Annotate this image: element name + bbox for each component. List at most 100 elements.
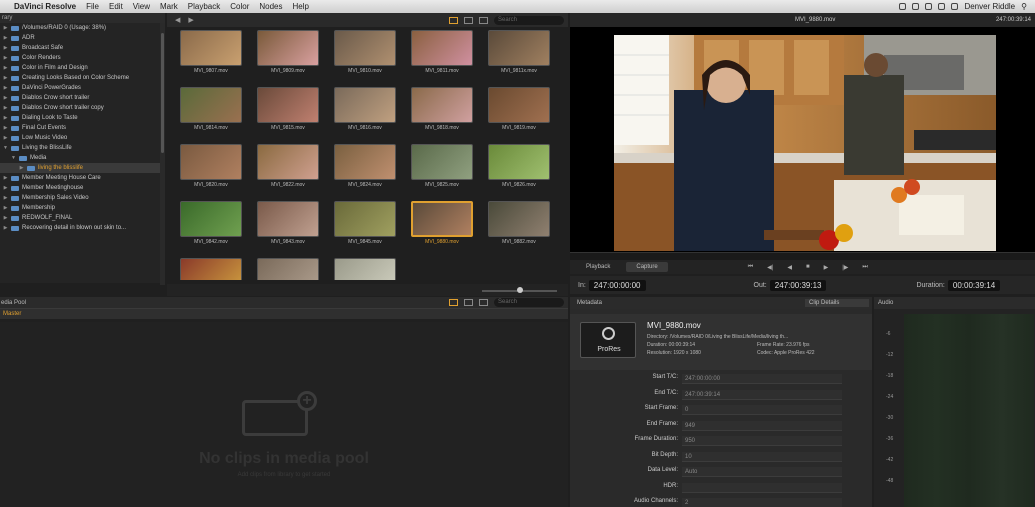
library-folder[interactable]: ▶ Color in Film and Design [0,63,160,73]
disclosure-closed-icon[interactable]: ▶ [3,213,8,223]
search-input[interactable]: Search [494,15,564,25]
disclosure-closed-icon[interactable]: ▶ [3,83,8,93]
volume-icon[interactable] [925,3,933,10]
spotlight-icon[interactable]: ⚲ [1021,2,1027,11]
metadata-value[interactable]: Auto [682,467,842,477]
clip-thumbnail[interactable] [334,258,396,280]
disclosure-open-icon[interactable]: ▼ [3,143,8,153]
out-timecode[interactable]: 247:00:39:13 [769,279,827,291]
disclosure-closed-icon[interactable]: ▶ [3,33,8,43]
metadata-value[interactable]: 949 [682,420,842,431]
go-to-start-icon[interactable]: ⏮ [748,264,753,271]
viewer-video[interactable] [570,27,1035,252]
library-folder[interactable]: ▶ Membership [0,203,160,213]
list-view-icon[interactable] [464,16,473,24]
metadata-value[interactable]: 247:00:39:14 [682,389,842,400]
library-folder[interactable]: ▶ /Volumes/RAID 0 (Usage: 38%) [0,23,160,33]
reverse-play-icon[interactable]: ◀ [787,264,792,271]
library-scrollbar[interactable] [160,23,165,285]
clip-thumbnail[interactable]: MVI_9880.mov [411,201,473,249]
go-to-end-icon[interactable]: ⏭ [862,264,867,271]
library-folder[interactable]: ▶ ADR [0,33,160,43]
clip-thumbnail[interactable]: MVI_9815.mov [257,87,319,135]
clip-thumbnail[interactable]: MVI_9811x.mov [488,30,550,78]
disclosure-closed-icon[interactable]: ▶ [3,183,8,193]
play-icon[interactable]: ▶ [824,264,829,271]
in-timecode[interactable]: 247:00:00:00 [588,279,646,291]
disclosure-closed-icon[interactable]: ▶ [3,113,8,123]
metadata-value[interactable]: 247:00:00:00 [682,374,842,384]
disclosure-closed-icon[interactable]: ▶ [3,93,8,103]
clip-thumbnail[interactable]: MVI_9826.mov [488,144,550,192]
library-folder[interactable]: ▶ Diablos Crow short trailer [0,93,160,103]
back-arrow-icon[interactable]: ◀ [175,16,180,24]
disclosure-closed-icon[interactable]: ▶ [3,23,8,33]
library-folder[interactable]: ▶ Final Cut Events [0,123,160,133]
viewer-scrubber[interactable] [570,252,1035,260]
forward-arrow-icon[interactable]: ▶ [188,16,193,24]
clip-thumbnail[interactable]: MVI_9820.mov [180,144,242,192]
disclosure-closed-icon[interactable]: ▶ [3,53,8,63]
list-view-icon[interactable] [464,299,473,306]
master-bin[interactable]: Master [3,309,568,319]
disclosure-closed-icon[interactable]: ▶ [3,123,8,133]
disclosure-closed-icon[interactable]: ▶ [3,133,8,143]
metadata-value[interactable] [682,482,842,493]
clip-thumbnail[interactable]: MVI_9816.mov [334,87,396,135]
library-folder[interactable]: ▶ Color Renders [0,53,160,63]
media-pool-body[interactable]: + No clips in media pool Add clips from … [0,322,568,507]
grid-view-icon[interactable] [449,299,458,306]
clip-thumbnail[interactable]: MVI_9807.mov [180,30,242,78]
clip-thumbnail[interactable]: MVI_9845.mov [334,201,396,249]
menu-edit[interactable]: Edit [109,2,123,11]
clip-thumbnail[interactable]: MVI_9843.mov [257,201,319,249]
metadata-value[interactable]: 2 [682,498,842,507]
disclosure-closed-icon[interactable]: ▶ [3,193,8,203]
library-folder[interactable]: ▶ REDWOLF_FINAL [0,213,160,223]
menu-nodes[interactable]: Nodes [259,2,282,11]
metadata-value[interactable]: 950 [682,436,842,446]
library-folder[interactable]: ▶ Low Music Video [0,133,160,143]
clip-thumbnail[interactable]: MVI_9825.mov [411,144,473,192]
metadata-value[interactable]: 10 [682,451,842,462]
clip-thumbnail[interactable]: MVI_9809.mov [257,30,319,78]
step-back-icon[interactable]: ◀| [767,264,773,271]
media-pool-search-input[interactable]: Search [494,298,564,307]
sort-icon[interactable] [479,16,488,24]
scroll-thumb[interactable] [161,33,164,153]
library-folder[interactable]: ▼ Media [0,153,160,163]
library-folder[interactable]: ▼ Living the BlissLife [0,143,160,153]
metadata-value[interactable]: 0 [682,405,842,415]
thumb-size-slider[interactable] [517,287,523,293]
menu-color[interactable]: Color [230,2,249,11]
library-folder[interactable]: ▶ Diablos Crow short trailer copy [0,103,160,113]
clip-thumbnail[interactable]: MVI_9882.mov [488,201,550,249]
grid-view-icon[interactable] [449,16,458,24]
menu-file[interactable]: File [86,2,99,11]
disclosure-closed-icon[interactable]: ▶ [3,203,8,213]
clip-thumbnail[interactable]: MVI_9824.mov [334,144,396,192]
clip-thumbnail[interactable]: MVI_9811.mov [411,30,473,78]
menu-help[interactable]: Help [293,2,309,11]
tab-capture[interactable]: Capture [626,262,668,272]
clip-thumbnail[interactable] [257,258,319,280]
status-icon[interactable] [912,3,920,10]
library-folder[interactable]: ▶ Membership Sales Video [0,193,160,203]
menu-view[interactable]: View [133,2,150,11]
menu-mark[interactable]: Mark [160,2,178,11]
clip-thumbnail[interactable] [180,258,242,280]
clip-thumbnail[interactable]: MVI_9822.mov [257,144,319,192]
tab-playback[interactable]: Playback [576,262,620,272]
menu-playback[interactable]: Playback [188,2,220,11]
clock-icon[interactable] [951,3,959,10]
disclosure-closed-icon[interactable]: ▶ [3,43,8,53]
clip-thumbnail[interactable]: MVI_9814.mov [180,87,242,135]
step-forward-icon[interactable]: |▶ [842,264,848,271]
clip-thumbnail[interactable]: MVI_9819.mov [488,87,550,135]
library-folder[interactable]: ▶ Broadcast Safe [0,43,160,53]
disclosure-closed-icon[interactable]: ▶ [3,173,8,183]
library-folder[interactable]: ▶ Recovering detail in blown out skin to.… [0,223,160,233]
clip-details-dropdown[interactable]: Clip Details [805,299,869,307]
disclosure-closed-icon[interactable]: ▶ [3,73,8,83]
library-folder[interactable]: ▶ DaVinci PowerGrades [0,83,160,93]
